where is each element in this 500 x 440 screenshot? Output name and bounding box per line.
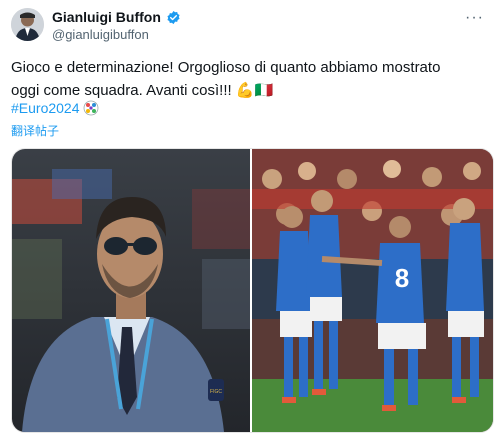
more-options-icon[interactable]: ··· — [465, 9, 484, 27]
tweet-text: Gioco e determinazione! Orgoglioso di qu… — [11, 59, 441, 99]
media-grid: FIGC 8 — [11, 148, 494, 433]
crest-text: FIGC — [210, 389, 222, 395]
author-handle[interactable]: @gianluigibuffon — [52, 27, 149, 42]
author-name[interactable]: Gianluigi Buffon — [52, 9, 161, 25]
hashtag-text[interactable]: #Euro2024 — [11, 100, 80, 116]
hashtag-link[interactable]: #Euro2024 — [11, 100, 99, 116]
euro2024-emoji-icon — [83, 100, 99, 116]
photo-team-celebration[interactable]: 8 — [252, 149, 493, 432]
photo-buffon-portrait[interactable]: FIGC — [12, 149, 250, 432]
author-avatar[interactable] — [11, 8, 44, 41]
verified-badge-icon — [166, 10, 181, 25]
avatar-image — [11, 8, 44, 41]
jersey-number: 8 — [395, 263, 409, 293]
translate-post-link[interactable]: 翻译帖子 — [11, 122, 59, 139]
